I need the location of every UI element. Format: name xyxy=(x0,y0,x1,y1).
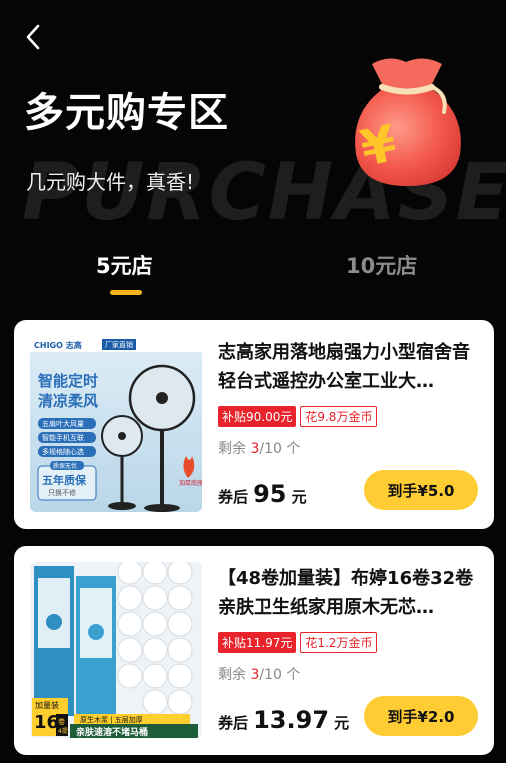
active-tab-indicator xyxy=(110,290,142,295)
fan-fire-text: 加厚底座 xyxy=(179,479,202,487)
price: 券后 13.97 元 xyxy=(218,706,349,734)
tissue-ribbon-top: 原生木浆 | 五层加厚 xyxy=(80,715,143,724)
price-unit: 元 xyxy=(291,488,307,506)
back-button[interactable] xyxy=(22,22,46,52)
fan-warranty-sub: 只换不修 xyxy=(48,488,76,497)
fan-feature-3: 多规格随心选 xyxy=(42,447,84,456)
page-subtitle: 几元购大件，真香! xyxy=(26,170,195,194)
coin-cost-badge: 花9.8万金币 xyxy=(300,406,378,427)
page-title: 多元购专区 xyxy=(24,90,229,136)
price-prefix: 券后 xyxy=(218,488,249,506)
stock-total: /10 个 xyxy=(259,441,301,457)
price-unit: 元 xyxy=(334,714,350,732)
buy-button[interactable]: 到手¥5.0 xyxy=(364,470,478,510)
subsidy-badge: 补贴90.00元 xyxy=(218,406,297,427)
fan-headline-1: 智能定时 xyxy=(38,372,98,390)
tissue-pack-top: 加量装 xyxy=(35,700,59,710)
fan-badge-text: 厂家直销 xyxy=(105,340,133,349)
money-bag-yen-icon: ¥ xyxy=(355,58,461,186)
price-prefix: 券后 xyxy=(218,714,249,732)
fan-headline-2: 清凉柔风 xyxy=(38,392,98,410)
product-title[interactable]: 【48卷加量装】布婷16卷32卷亲肤卫生纸家用原木无芯… xyxy=(218,564,480,622)
product-image-tissue: 加量装 16 卷 4提 原生木浆 | 五层加厚 亲肤速溶不堵马桶 xyxy=(30,562,202,738)
stock-label: 剩余 xyxy=(218,441,246,457)
fan-warranty: 五年质保 xyxy=(42,473,87,487)
buy-button[interactable]: 到手¥2.0 xyxy=(364,696,478,736)
stock-label: 剩余 xyxy=(218,667,246,683)
product-card[interactable]: CHIGO 志高 厂家直销 智能定时 清凉柔风 五扇叶大风量 智能手机互联 多规… xyxy=(14,320,494,529)
fan-feature-2: 智能手机互联 xyxy=(42,433,84,442)
product-title[interactable]: 志高家用落地扇强力小型宿舍音轻台式遥控办公室工业大… xyxy=(218,338,480,396)
tissue-pack-sub: 4提 xyxy=(58,727,68,735)
tissue-pack-num: 16 xyxy=(34,712,59,733)
price-value: 13.97 xyxy=(253,706,330,734)
product-card[interactable]: 加量装 16 卷 4提 原生木浆 | 五层加厚 亲肤速溶不堵马桶 【48卷加量装… xyxy=(14,546,494,755)
coin-cost-badge: 花1.2万金币 xyxy=(300,632,378,653)
price: 券后 95 元 xyxy=(218,480,307,508)
stock-remaining: 剩余 3/10 个 xyxy=(218,664,300,684)
price-value: 95 xyxy=(253,480,287,508)
fan-brand-text: CHIGO 志高 xyxy=(34,340,82,350)
subsidy-badge: 补贴11.97元 xyxy=(218,632,297,653)
stock-total: /10 个 xyxy=(259,667,301,683)
tab-10-yuan-store[interactable]: 10元店 xyxy=(346,250,417,280)
fan-warranty-small: 质保无忧 xyxy=(53,462,77,470)
product-image-fan: CHIGO 志高 厂家直销 智能定时 清凉柔风 五扇叶大风量 智能手机互联 多规… xyxy=(30,336,202,512)
tab-5-yuan-store[interactable]: 5元店 xyxy=(96,250,153,280)
fan-feature-1: 五扇叶大风量 xyxy=(42,419,84,428)
tissue-pack-unit: 卷 xyxy=(58,717,65,726)
tissue-ribbon: 亲肤速溶不堵马桶 xyxy=(76,726,148,738)
stock-remaining: 剩余 3/10 个 xyxy=(218,438,300,458)
chevron-left-icon xyxy=(26,24,40,50)
